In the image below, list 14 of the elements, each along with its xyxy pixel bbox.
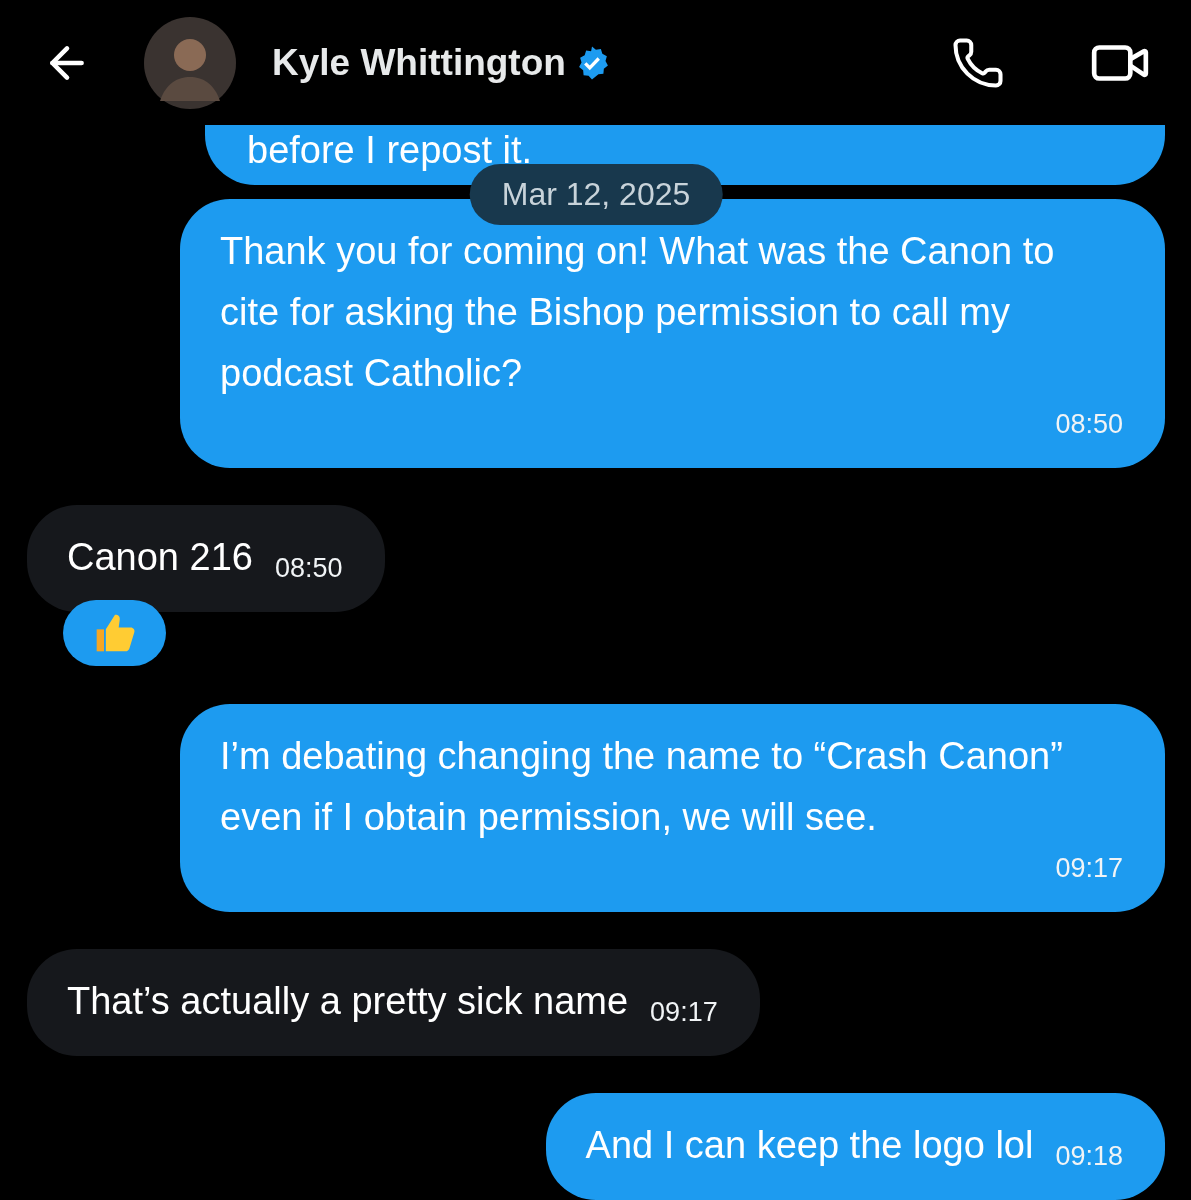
- message-time: 09:18: [1055, 1140, 1123, 1173]
- message-text: That’s actually a pretty sick name: [67, 979, 629, 1024]
- message-time: 08:50: [274, 552, 343, 585]
- message-text: I’m debating changing the name to “Crash Canon” even if I obtain permission, we will see.: [220, 734, 1064, 840]
- message-time: 09:17: [1055, 852, 1123, 885]
- message-text: And I can keep the logo lol: [585, 1123, 1034, 1168]
- message-text: Thank you for coming on! What was the Canon to cite for asking the Bishop permission to call my podcast Catholic?: [220, 229, 1056, 396]
- message-text: Canon 216: [67, 535, 253, 580]
- message-time: 09:17: [650, 996, 718, 1029]
- message-time: 08:50: [1055, 408, 1123, 441]
- contact-name: Kyle Whittington: [272, 41, 566, 84]
- reaction-badge[interactable]: [63, 600, 166, 666]
- phone-button[interactable]: [951, 35, 1005, 90]
- date-divider: Mar 12, 2025: [469, 164, 723, 225]
